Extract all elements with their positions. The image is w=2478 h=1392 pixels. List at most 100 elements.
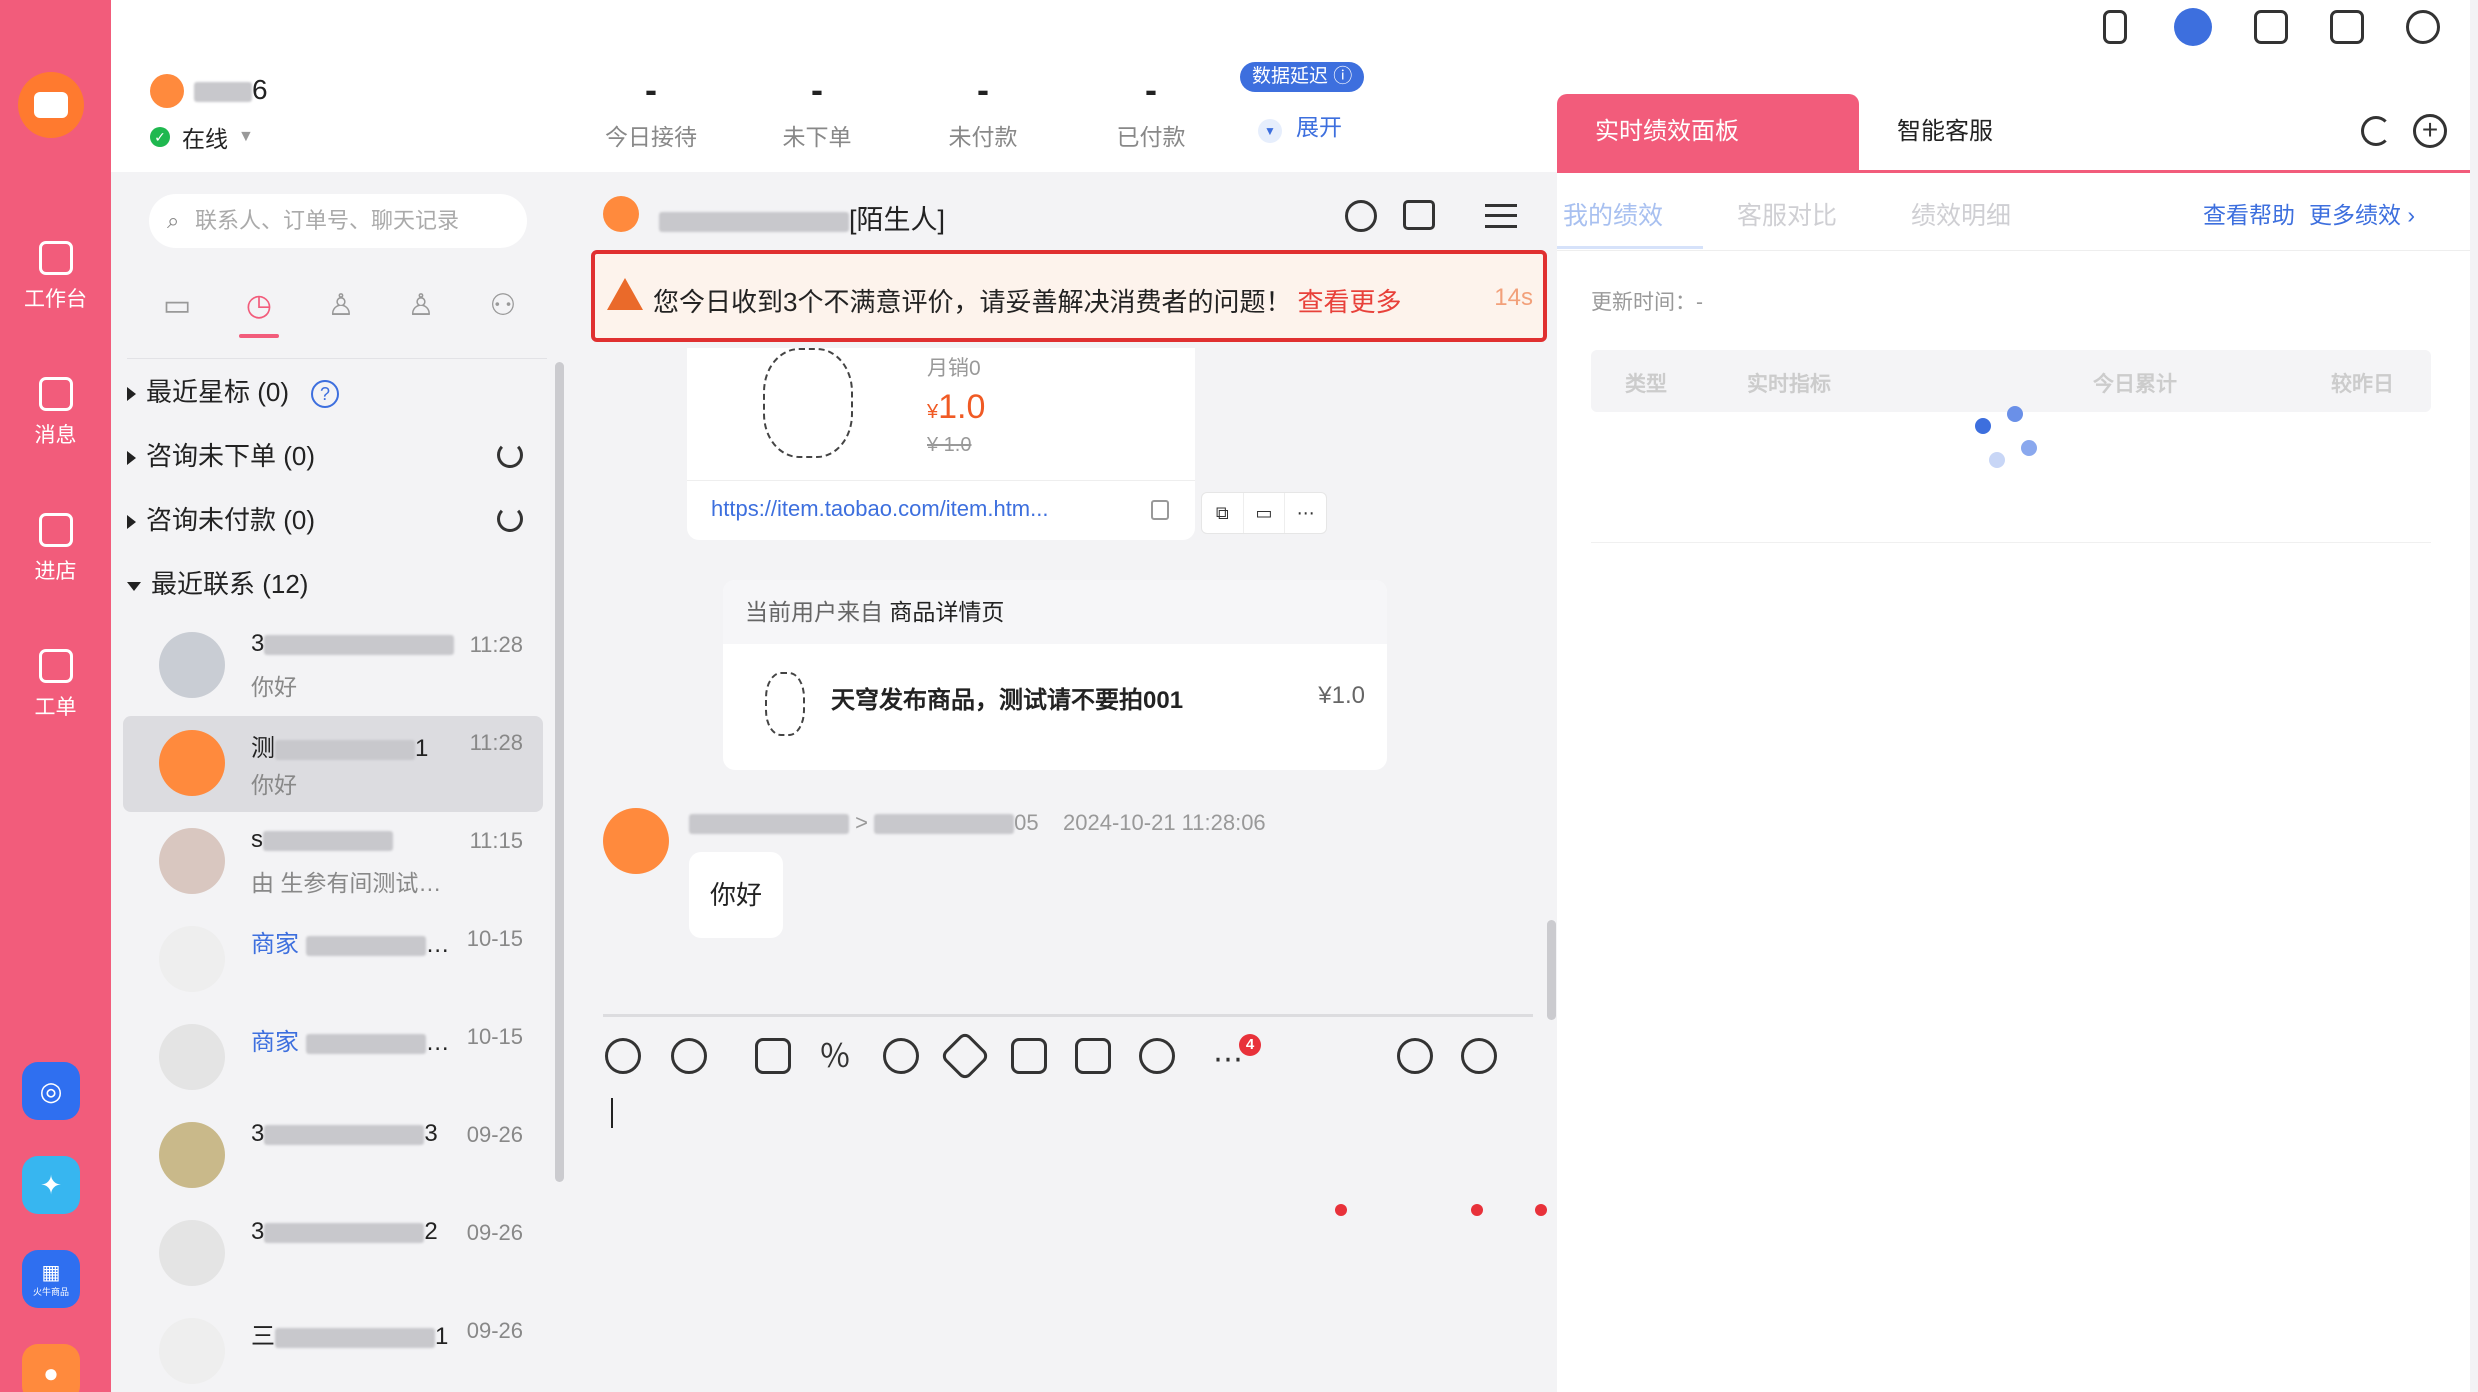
more-icon[interactable]: ⋯	[1285, 493, 1326, 533]
tab-contacts[interactable]: ♙	[321, 286, 361, 326]
chat-header: [陌生人]	[567, 172, 1557, 262]
menu-icon[interactable]	[1485, 204, 1517, 228]
group-not-ordered[interactable]: 咨询未下单 (0)	[127, 436, 315, 476]
contact-last-message: 你好	[251, 674, 297, 700]
contact-name: 商家 …	[251, 1029, 450, 1056]
expand-button[interactable]: ▼ 展开	[1258, 108, 1342, 143]
quote-icon[interactable]: ▭	[1244, 493, 1286, 533]
rail-item-store[interactable]: 进店	[0, 494, 111, 604]
shirt-icon[interactable]	[2330, 10, 2364, 44]
contacts-scrollbar[interactable]	[555, 362, 564, 1182]
copy-icon[interactable]: ⧉	[1202, 493, 1244, 533]
tab-realtime-performance[interactable]: 实时绩效面板	[1557, 94, 1859, 170]
avatar	[159, 1122, 225, 1188]
rail-item-message[interactable]: 消息	[0, 358, 111, 468]
contacts-panel: ⌕ 联系人、订单号、聊天记录 ▭ ◷ ♙ ♙ ⚇ 最近星标 (0)? 咨询未下单 …	[111, 172, 567, 1392]
search-input[interactable]: ⌕ 联系人、订单号、聊天记录	[149, 194, 527, 248]
more-performance-link[interactable]: 更多绩效 ›	[2309, 196, 2415, 230]
crown-app-icon[interactable]: ◎	[22, 1062, 80, 1120]
group-not-paid[interactable]: 咨询未付款 (0)	[127, 500, 315, 540]
tab-chats[interactable]: ▭	[157, 286, 197, 326]
contact-time: 11:28	[469, 632, 523, 657]
rail-item-label: 工单	[34, 696, 77, 719]
alert-countdown: 14s	[1494, 284, 1533, 311]
tab-groups[interactable]: ♙	[401, 286, 441, 326]
product-link[interactable]: https://item.taobao.com/item.htm...	[711, 496, 1048, 522]
data-delay-badge[interactable]: 数据延迟 ⓘ	[1240, 62, 1365, 92]
avatar	[159, 1024, 225, 1090]
return-icon[interactable]	[1139, 1038, 1175, 1074]
tag-icon[interactable]	[939, 1030, 991, 1082]
share-icon[interactable]	[1397, 1038, 1433, 1074]
refresh-icon[interactable]	[497, 442, 523, 468]
online-status-icon: ✓	[150, 127, 170, 147]
scissors-icon[interactable]	[671, 1038, 707, 1074]
message-icon	[38, 377, 73, 411]
contact-item[interactable]: 3 3 09-26	[123, 1108, 543, 1204]
tab-smart-service[interactable]: 智能客服	[1859, 94, 1993, 170]
divider	[687, 480, 1195, 481]
coupon-icon[interactable]	[883, 1038, 919, 1074]
source-product-name: 天穹发布商品，测试请不要拍001	[831, 687, 1184, 714]
phone-icon[interactable]	[2103, 10, 2127, 44]
notification-dot	[1535, 1204, 1547, 1216]
copy-icon[interactable]	[1151, 500, 1169, 520]
order-icon[interactable]	[1011, 1038, 1047, 1074]
bad-review-alert[interactable]: 您今日收到3个不满意评价，请妥善解决消费者的问题！ 查看更多 14s	[591, 250, 1547, 342]
user-avatar[interactable]	[150, 74, 184, 108]
source-card[interactable]: 当前用户来自 商品详情页 天穹发布商品，测试请不要拍001 ¥1.0	[723, 580, 1387, 770]
rail-item-label: 消息	[34, 424, 77, 447]
refresh-icon[interactable]	[497, 506, 523, 532]
settings-icon[interactable]	[2406, 10, 2440, 44]
subtab-my-performance[interactable]: 我的绩效	[1563, 196, 1663, 232]
status-selector[interactable]: ✓ 在线 ▼	[150, 120, 254, 154]
message-bubble[interactable]: 你好	[689, 852, 783, 938]
left-rail: 工作台 消息 进店 工单 ◎ ✦ ▦ 火牛商品 ●	[0, 0, 111, 1392]
alert-more-link[interactable]: 查看更多	[1297, 287, 1401, 317]
contact-item[interactable]: 三 1 09-26	[123, 1304, 543, 1392]
subtab-detail[interactable]: 绩效明细	[1911, 196, 2011, 232]
cart-check-icon[interactable]	[1075, 1038, 1111, 1074]
contact-item[interactable]: 商家 … 10-15	[123, 912, 543, 1008]
contact-item[interactable]: 3 2 09-26	[123, 1206, 543, 1302]
duck-app-icon[interactable]: ●	[22, 1344, 80, 1392]
refresh-icon[interactable]	[2361, 116, 2391, 146]
app-window: { "window": {"controls": ["close", "mini…	[0, 0, 2478, 1392]
group-starred[interactable]: 最近星标 (0)?	[127, 372, 340, 412]
contact-item[interactable]: 3 11:28 你好	[123, 618, 543, 714]
product-price: ¥1.0	[927, 388, 986, 426]
contact-item[interactable]: 测 1 11:28 你好	[123, 716, 543, 812]
grid-app-icon[interactable]: ▦ 火牛商品	[22, 1250, 80, 1308]
check-dropdown-icon[interactable]	[1403, 200, 1435, 230]
customer-service-icon[interactable]	[2174, 8, 2212, 46]
help-link[interactable]: 查看帮助	[2203, 196, 2295, 230]
add-icon[interactable]: +	[2413, 114, 2447, 148]
help-icon[interactable]: ?	[311, 380, 340, 409]
status-label: 在线	[182, 126, 228, 152]
product-card[interactable]: 月销0 ¥1.0 ¥ 1.0 https://item.taobao.com/i…	[687, 348, 1195, 540]
contact-item[interactable]: 商家 … 10-15	[123, 1010, 543, 1106]
text-cursor[interactable]	[611, 1098, 613, 1128]
divider	[127, 358, 547, 359]
note-icon[interactable]	[2254, 10, 2288, 44]
transfer-icon[interactable]	[1345, 200, 1377, 232]
workbench-icon	[38, 241, 73, 275]
group-recent[interactable]: 最近联系 (12)	[127, 564, 308, 604]
emoji-icon[interactable]	[605, 1038, 641, 1074]
chat-scrollbar[interactable]	[1547, 920, 1556, 1020]
upload-icon[interactable]	[755, 1038, 791, 1074]
rail-item-ticket[interactable]: 工单	[0, 630, 111, 740]
dolphin-app-icon[interactable]: ✦	[22, 1156, 80, 1214]
rail-item-label: 工作台	[24, 288, 87, 311]
discount-icon[interactable]: ％	[819, 1038, 855, 1074]
contact-item[interactable]: s 11:15 由 生参有间测试…	[123, 814, 543, 910]
column-vs-yesterday: 较昨日	[2331, 373, 2394, 396]
subtab-compare[interactable]: 客服对比	[1737, 196, 1837, 232]
rail-item-workbench[interactable]: 工作台	[0, 222, 111, 332]
tab-org[interactable]: ⚇	[483, 286, 523, 326]
metrics-table-header: 类型 实时指标 今日累计 较昨日	[1591, 350, 2431, 412]
quick-reply-icon[interactable]	[1461, 1038, 1497, 1074]
notification-badge: 4	[1239, 1034, 1261, 1056]
tab-recent[interactable]: ◷	[239, 286, 279, 326]
contact-name: 32	[251, 1218, 438, 1245]
